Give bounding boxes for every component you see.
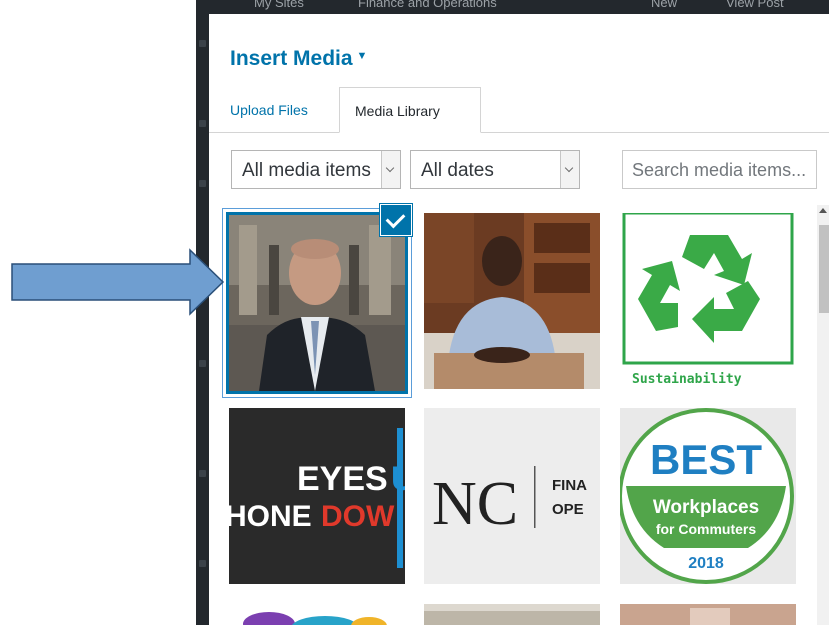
modal-title[interactable]: Insert Media ▼	[230, 47, 367, 71]
chevron-down-icon[interactable]	[381, 151, 400, 188]
caret-down-icon[interactable]: ▼	[357, 50, 368, 62]
chevron-down-icon[interactable]	[560, 151, 579, 188]
attachment-best-workplaces-badge[interactable]: BEST Workplaces for Commuters 2018	[620, 408, 796, 584]
attachment-eyes-up-phone-down[interactable]: EYES U HONE DOW	[229, 408, 405, 584]
search-media-input[interactable]: Search media items...	[622, 150, 817, 189]
attachment-sustainability-logo[interactable]: Sustainability	[620, 213, 796, 389]
pointer-arrow-icon	[11, 248, 225, 316]
workplaces-text: Workplaces	[653, 497, 759, 518]
date-filter-value: All dates	[421, 160, 494, 181]
attachment-portrait-man-suit[interactable]	[226, 212, 408, 394]
admin-toolbar: My Sites Finance and Operations New View…	[196, 0, 829, 14]
hone-text: HONE	[229, 500, 312, 533]
tab-divider	[209, 132, 829, 133]
photo-partial	[620, 604, 796, 625]
photo-partial	[424, 604, 600, 625]
attachment-colorful-graphic[interactable]	[229, 604, 405, 625]
recycle-logo: Sustainability	[620, 213, 796, 389]
nc-letters: NC	[432, 470, 518, 538]
sustainability-caption: Sustainability	[632, 372, 742, 387]
attachment-photo-row3-right[interactable]	[620, 604, 796, 625]
tab-upload-files[interactable]: Upload Files	[230, 102, 308, 118]
year-text: 2018	[688, 555, 724, 572]
best-workplaces-badge: BEST Workplaces for Commuters 2018	[620, 408, 796, 584]
my-sites-link[interactable]: My Sites	[254, 0, 304, 10]
date-filter[interactable]: All dates	[410, 150, 580, 189]
new-content-link[interactable]: New	[651, 0, 677, 10]
media-type-filter-value: All media items	[242, 160, 371, 181]
desk-photo	[424, 213, 600, 389]
view-post-link[interactable]: View Post	[726, 0, 784, 10]
down-text: DOW	[321, 500, 395, 533]
scrollbar-thumb[interactable]	[819, 225, 829, 313]
media-type-filter[interactable]: All media items	[231, 150, 401, 189]
attachment-photo-row3-middle[interactable]	[424, 604, 600, 625]
nc-finance-logo: NC FINA OPE	[424, 408, 600, 584]
screenshot-stage: My Sites Finance and Operations New View…	[0, 0, 829, 625]
attachment-man-at-desk[interactable]	[424, 213, 600, 389]
nc-side-text-2: OPE	[552, 501, 584, 518]
scroll-up-icon[interactable]	[819, 208, 827, 213]
modal-title-text: Insert Media	[230, 47, 353, 70]
portrait-photo	[229, 215, 405, 391]
site-name-link[interactable]: Finance and Operations	[358, 0, 497, 10]
commuters-text: for Commuters	[656, 521, 757, 537]
colorful-graphic	[229, 604, 405, 625]
nc-side-text-1: FINA	[552, 477, 587, 494]
eyes-up-graphic: EYES U HONE DOW	[229, 408, 405, 584]
tab-media-library[interactable]: Media Library	[339, 87, 481, 133]
eyes-text-cut: U	[391, 460, 405, 498]
checkmark-icon[interactable]	[381, 205, 411, 235]
attachment-nc-finance-logo[interactable]: NC FINA OPE	[424, 408, 600, 584]
best-text: BEST	[650, 436, 762, 483]
eyes-text: EYES	[297, 460, 388, 498]
